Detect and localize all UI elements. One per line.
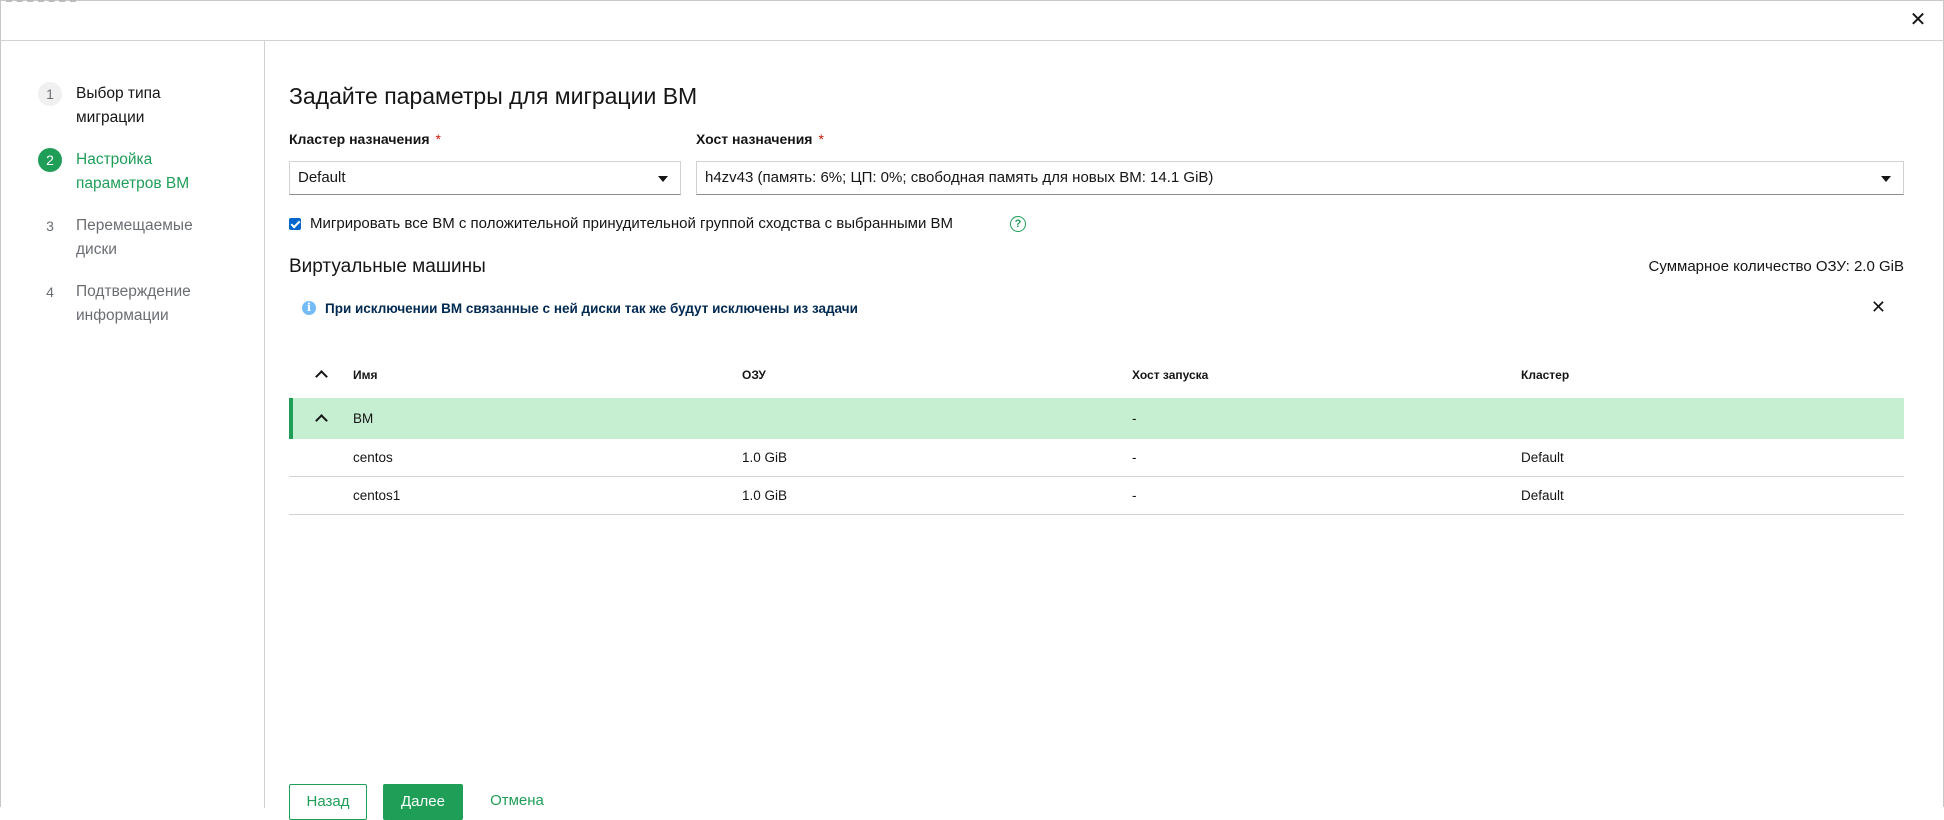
vm-section-title: Виртуальные машины <box>289 256 486 277</box>
step-label: Перемещаемые диски <box>76 214 193 262</box>
cancel-button[interactable]: Отмена <box>479 784 555 820</box>
total-ram: Суммарное количество ОЗУ: 2.0 GiB <box>1648 258 1904 275</box>
cluster-select-value: Default <box>298 169 346 186</box>
cell-host: - <box>1132 450 1137 465</box>
step-label-line1: Подтверждение <box>76 283 191 300</box>
selected-accent <box>289 398 293 439</box>
affinity-checkbox[interactable] <box>289 218 301 230</box>
step-label: Выбор типа миграции <box>76 82 161 130</box>
caret-down-icon <box>1881 176 1891 182</box>
column-header-host[interactable]: Хост запуска <box>1132 368 1208 382</box>
host-select[interactable]: h4zv43 (память: 6%; ЦП: 0%; свободная па… <box>696 161 1904 195</box>
table-header: Имя ОЗУ Хост запуска Кластер <box>289 354 1904 398</box>
info-icon: i <box>302 301 316 315</box>
step-label-line2: миграции <box>76 109 145 126</box>
wizard-content: Задайте параметры для миграции ВМ Класте… <box>289 41 1904 820</box>
step-label-line2: диски <box>76 241 117 258</box>
step-label-line1: Перемещаемые <box>76 217 193 234</box>
cell-ram: 1.0 GiB <box>742 488 788 503</box>
help-icon[interactable]: ? <box>1010 216 1026 232</box>
cell-ram: 1.0 GiB <box>742 450 788 465</box>
group-name: ВМ <box>353 411 374 426</box>
close-icon[interactable]: ✕ <box>1906 8 1930 32</box>
column-header-cluster[interactable]: Кластер <box>1521 368 1569 382</box>
host-label-text: Хост назначения <box>696 131 813 147</box>
alert-message: При исключении ВМ связанные с ней диски … <box>325 301 858 316</box>
table-group-row[interactable]: ВМ - <box>289 398 1904 439</box>
host-field-label: Хост назначения * <box>696 131 824 147</box>
step-number: 1 <box>38 82 62 106</box>
step-number: 2 <box>38 148 62 172</box>
step-label: Настройка параметров ВМ <box>76 148 189 196</box>
step-number: 4 <box>46 284 54 300</box>
cluster-field-label: Кластер назначения * <box>289 131 441 147</box>
back-button[interactable]: Назад <box>289 784 367 820</box>
next-button[interactable]: Далее <box>383 784 463 820</box>
table-row[interactable]: centos 1.0 GiB - Default <box>289 439 1904 477</box>
wizard-nav: 1 Выбор типа миграции 2 Настройка параме… <box>0 41 265 808</box>
step-label-line1: Настройка <box>76 151 153 168</box>
dialog-header: ✕ <box>0 0 1944 41</box>
column-header-ram[interactable]: ОЗУ <box>742 368 766 382</box>
step-number: 3 <box>46 218 54 234</box>
cell-name: centos1 <box>353 488 401 503</box>
cell-host: - <box>1132 488 1137 503</box>
chevron-up-icon[interactable] <box>315 370 328 383</box>
step-label-line2: параметров ВМ <box>76 175 190 192</box>
required-mark: * <box>818 131 824 147</box>
chevron-up-icon[interactable] <box>315 414 328 427</box>
affinity-checkbox-label: Мигрировать все ВМ с положительной прину… <box>310 215 953 232</box>
cell-name: centos <box>353 450 393 465</box>
step-label: Подтверждение информации <box>76 280 191 328</box>
info-alert: i При исключении ВМ связанные с ней диск… <box>289 292 1904 332</box>
cell-cluster: Default <box>1521 450 1564 465</box>
table-row[interactable]: centos1 1.0 GiB - Default <box>289 477 1904 515</box>
cluster-select[interactable]: Default <box>289 161 681 195</box>
group-host: - <box>1132 411 1137 426</box>
page-title: Задайте параметры для миграции ВМ <box>289 83 698 109</box>
close-icon[interactable]: ✕ <box>1871 295 1886 319</box>
step-label-line2: информации <box>76 307 169 324</box>
step-label-line1: Выбор типа <box>76 85 161 102</box>
cluster-label-text: Кластер назначения <box>289 131 430 147</box>
required-mark: * <box>435 131 441 147</box>
host-select-value: h4zv43 (память: 6%; ЦП: 0%; свободная па… <box>705 169 1214 186</box>
column-header-name[interactable]: Имя <box>353 368 378 382</box>
caret-down-icon <box>658 176 668 182</box>
cell-cluster: Default <box>1521 488 1564 503</box>
